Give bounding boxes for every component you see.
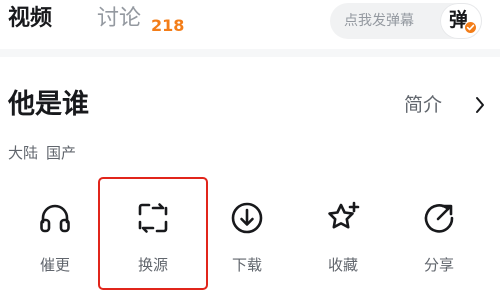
video-title: 他是谁	[8, 89, 89, 120]
section-divider	[0, 49, 500, 57]
action-label: 分享	[423, 256, 454, 274]
action-urge-update[interactable]: 催更	[15, 186, 95, 286]
region-tag: 大陆	[8, 144, 39, 162]
danmaku-on-check-icon	[464, 21, 477, 34]
action-share[interactable]: 分享	[399, 186, 479, 286]
category-tag: 国产	[46, 144, 77, 162]
video-meta: 大陆 国产	[8, 143, 76, 163]
danmaku-placeholder[interactable]: 点我发弹幕	[344, 11, 414, 31]
danmaku-input[interactable]: 点我发弹幕 弹	[330, 3, 482, 39]
tab-video-indicator	[14, 40, 54, 43]
download-icon	[231, 202, 263, 234]
intro-link[interactable]: 简介	[404, 92, 442, 118]
tab-discuss[interactable]: 讨论	[97, 4, 141, 34]
headphones-icon	[40, 204, 70, 233]
action-label: 催更	[39, 256, 70, 274]
star-plus-icon	[328, 201, 360, 229]
action-label: 收藏	[327, 256, 358, 274]
share-icon	[424, 204, 454, 233]
highlight-box	[98, 177, 208, 290]
action-bar: 催更 换源 下载 收藏 分享	[0, 186, 500, 286]
discuss-count-badge[interactable]: 218	[151, 16, 184, 36]
action-download[interactable]: 下载	[207, 186, 287, 286]
danmaku-toggle-button[interactable]: 弹	[440, 3, 482, 39]
chevron-right-icon[interactable]	[474, 95, 486, 115]
tab-video[interactable]: 视频	[8, 4, 52, 34]
action-favorite[interactable]: 收藏	[303, 186, 383, 286]
action-label: 下载	[231, 256, 262, 274]
tab-bar: 视频 讨论 218 点我发弹幕 弹	[0, 0, 500, 44]
